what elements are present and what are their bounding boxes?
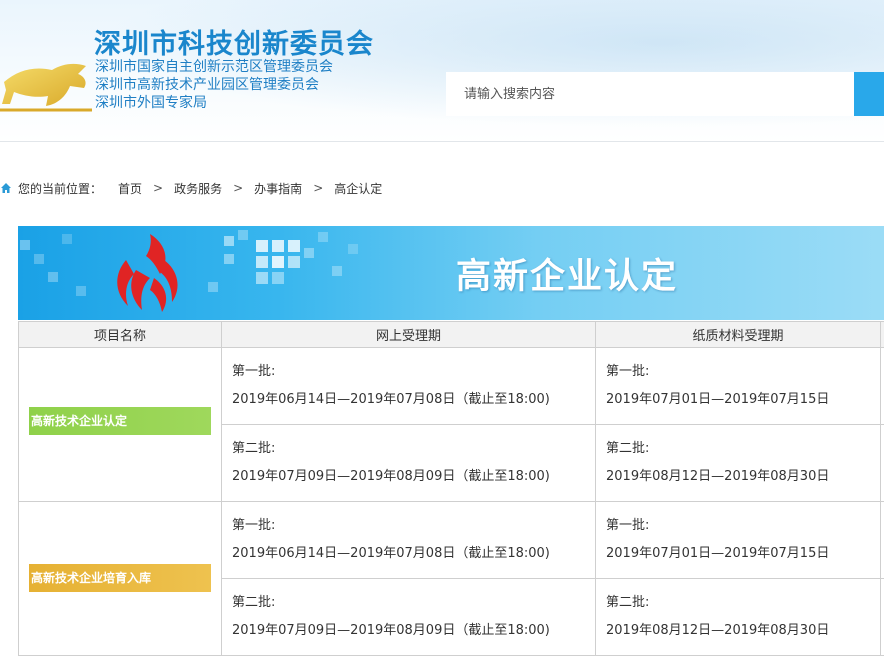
paper-period-cell: 第一批: 2019年07月01日—2019年07月15日 [595,347,881,425]
paper-period-cell: 第二批: 2019年08月12日—2019年08月30日 [595,424,881,502]
paper-period: 2019年07月01日—2019年07月15日 [606,392,830,407]
search-input[interactable] [446,72,854,116]
site-header: 深圳市科技创新委员会 深圳市国家自主创新示范区管理委员会 深圳市高新技术产业园区… [0,0,884,142]
batch-label: 第二批: [606,595,650,610]
site-subtitles: 深圳市国家自主创新示范区管理委员会 深圳市高新技术产业园区管理委员会 深圳市外国… [95,58,333,112]
banner-title: 高新企业认定 [456,257,679,297]
header-divider [0,141,884,142]
table-row: 高新技术企业培育入库 第一批: 2019年06月14日—2019年07月08日（… [18,501,884,656]
extra-cell [880,501,884,579]
breadcrumb-separator: > [313,181,324,195]
paper-period: 2019年08月12日—2019年08月30日 [606,469,830,484]
online-period: 2019年06月14日—2019年07月08日（截止至18:00) [232,546,550,561]
breadcrumb-gov-services-link[interactable]: 政务服务 [174,180,222,197]
table-header-row: 项目名称 网上受理期 纸质材料受理期 [18,321,884,348]
column-header-project: 项目名称 [18,321,222,348]
paper-period: 2019年08月12日—2019年08月30日 [606,623,830,638]
paper-period-cell: 第一批: 2019年07月01日—2019年07月15日 [595,501,881,579]
online-period-cell: 第一批: 2019年06月14日—2019年07月08日（截止至18:00) [221,347,596,425]
project-name-cell: 高新技术企业培育入库 [18,501,222,656]
online-period: 2019年06月14日—2019年07月08日（截止至18:00) [232,392,550,407]
subtitle-line: 深圳市外国专家局 [95,95,207,111]
batch-label: 第二批: [232,441,276,456]
column-header-paper-period: 纸质材料受理期 [595,321,881,348]
breadcrumb-separator: > [153,181,164,195]
search-bar [446,72,884,116]
batch-label: 第二批: [606,441,650,456]
batch-label: 第一批: [606,518,650,533]
online-period: 2019年07月09日—2019年08月09日（截止至18:00) [232,623,550,638]
online-period-cell: 第二批: 2019年07月09日—2019年08月09日（截止至18:00) [221,424,596,502]
torch-logo-icon [117,234,178,312]
paper-period: 2019年07月01日—2019年07月15日 [606,546,830,561]
schedule-table: 项目名称 网上受理期 纸质材料受理期 高新技术企业认定 第一批: 2019年06… [18,321,884,656]
batch-label: 第一批: [606,364,650,379]
breadcrumb: 您的当前位置： 首页 > 政务服务 > 办事指南 > 高企认定 [0,178,382,198]
subtitle-line: 深圳市高新技术产业园区管理委员会 [95,77,319,93]
subtitle-line: 深圳市国家自主创新示范区管理委员会 [95,59,333,75]
project-tag-hightech-certification[interactable]: 高新技术企业认定 [29,407,211,435]
breadcrumb-separator: > [233,181,244,195]
batch-label: 第一批: [232,518,276,533]
breadcrumb-label: 您的当前位置： [18,181,103,196]
column-header-extra [880,321,884,348]
search-button[interactable] [854,72,884,116]
extra-cell [880,424,884,502]
breadcrumb-guide-link[interactable]: 办事指南 [254,180,302,197]
online-period-cell: 第二批: 2019年07月09日—2019年08月09日（截止至18:00) [221,578,596,656]
online-period-cell: 第一批: 2019年06月14日—2019年07月08日（截止至18:00) [221,501,596,579]
table-row: 高新技术企业认定 第一批: 2019年06月14日—2019年07月08日（截止… [18,347,884,502]
breadcrumb-current: 高企认定 [334,181,383,196]
paper-period-cell: 第二批: 2019年08月12日—2019年08月30日 [595,578,881,656]
batch-label: 第一批: [232,364,276,379]
batch-label: 第二批: [232,595,276,610]
extra-cell [880,578,884,656]
breadcrumb-home-link[interactable]: 首页 [118,180,142,197]
online-period: 2019年07月09日—2019年08月09日（截止至18:00) [232,469,550,484]
home-icon [1,183,11,193]
project-tag-hightech-incubation[interactable]: 高新技术企业培育入库 [29,564,211,592]
column-header-online-period: 网上受理期 [221,321,596,348]
project-name-cell: 高新技术企业认定 [18,347,222,502]
extra-cell [880,347,884,425]
page-banner: 高新企业认定 [18,226,884,320]
bull-logo-icon [0,63,92,112]
site-title: 深圳市科技创新委员会 [94,29,374,60]
